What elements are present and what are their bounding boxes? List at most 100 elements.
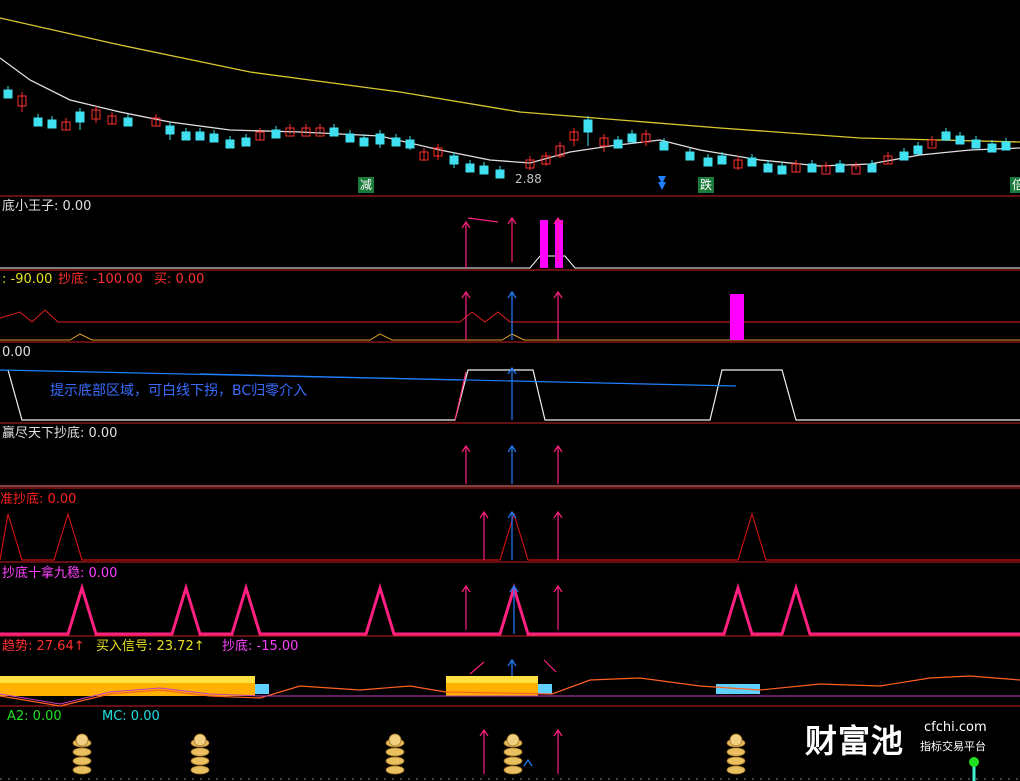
coin-stack	[385, 756, 405, 766]
candle-body	[613, 139, 623, 149]
panel4-title: 赢尽天下抄底: 0.00	[2, 426, 118, 441]
watermark-logo: 财富池	[805, 722, 905, 760]
panel7-diag	[469, 661, 485, 675]
candle-body	[747, 157, 757, 167]
coin-stack	[385, 765, 405, 775]
coin-stack	[385, 747, 405, 757]
ma-short-line	[0, 57, 1020, 167]
candle-body	[955, 135, 965, 145]
panel2-value-b: 抄底: -100.00	[58, 272, 143, 287]
panel2-value-a: : -90.00	[2, 272, 53, 287]
watermark-slogan: 指标交易平台	[920, 740, 986, 753]
candle-body	[913, 145, 923, 155]
panel8-teal-head	[969, 757, 979, 767]
coin-bag	[193, 733, 207, 747]
panel1-diag	[467, 217, 499, 223]
coin-stack	[503, 756, 523, 766]
candle-body	[987, 143, 997, 153]
signal-marker-reduce: 减	[358, 177, 375, 193]
coin-bag	[388, 733, 402, 747]
coin-stack	[726, 747, 746, 757]
candle-body	[359, 137, 369, 147]
panel2-line-lower	[0, 333, 1020, 341]
candle-body	[271, 129, 281, 139]
candle-body	[583, 119, 593, 133]
watermark-site: cfchi.com	[924, 720, 987, 735]
panel2-bar	[730, 294, 744, 340]
candle-body	[329, 127, 339, 137]
panel2-line	[0, 309, 1020, 323]
candle-body	[391, 137, 401, 147]
panel5-title: 准抄底: 0.00	[0, 492, 77, 507]
coin-stack	[190, 756, 210, 766]
signal-marker-fall: 跌	[698, 177, 715, 193]
panel6-line	[0, 582, 1020, 636]
panel6-title: 抄底十拿九稳: 0.00	[2, 566, 118, 581]
panel1-line	[0, 255, 1020, 269]
coin-bag	[506, 733, 520, 747]
panel7-band-top	[0, 676, 255, 683]
panel1-bar	[555, 220, 563, 268]
candle-body	[241, 137, 251, 147]
candle-body	[75, 111, 85, 123]
panel3-note: 提示底部区域，可白线下拐，BC归零介入	[50, 383, 308, 399]
coin-stack	[72, 765, 92, 775]
coin-stack	[72, 756, 92, 766]
coin-stack	[726, 765, 746, 775]
low-price-label: 2.88	[515, 172, 542, 186]
candle-body	[495, 169, 505, 179]
candle-body	[867, 163, 877, 173]
panel7-diag	[543, 659, 557, 673]
candle-body	[375, 133, 385, 145]
panel8-value-a: A2: 0.00	[7, 709, 62, 724]
coin-stack	[726, 756, 746, 766]
candle-body	[941, 131, 951, 141]
coin-stack	[503, 747, 523, 757]
up-marker	[658, 176, 666, 190]
candle-body	[405, 139, 415, 149]
candle-body	[627, 133, 637, 143]
candle-body	[209, 133, 219, 143]
coin-stack	[72, 747, 92, 757]
panel8-value-b: MC: 0.00	[102, 709, 160, 724]
coin-bag	[75, 733, 89, 747]
panel2-value-c: 买: 0.00	[154, 272, 205, 287]
ma-long-line	[0, 17, 1020, 143]
main-candlestick-panel[interactable]	[0, 17, 1020, 190]
panel1-title: 底小王子: 0.00	[2, 199, 92, 214]
panel5-line	[0, 511, 1020, 561]
panel1-bar	[540, 220, 548, 268]
candle-body	[1001, 141, 1011, 151]
candle-body	[835, 163, 845, 173]
candle-body	[123, 117, 133, 127]
candle-body	[717, 155, 727, 165]
coin-stack	[503, 765, 523, 775]
candle-body	[47, 119, 57, 129]
panel7-value-b: 买入信号: 23.72↑	[96, 639, 205, 654]
panel7-value-a: 趋势: 27.64↑	[2, 639, 85, 654]
candle-body	[465, 163, 475, 173]
candle-body	[195, 131, 205, 141]
candle-body	[807, 163, 817, 173]
panel7-cyan	[255, 684, 269, 694]
candle-body	[777, 165, 787, 175]
candle-body	[971, 139, 981, 149]
candle-body	[763, 163, 773, 173]
candle-body	[703, 157, 713, 167]
candle-body	[899, 151, 909, 161]
panel8-small-arrow	[523, 758, 533, 767]
candle-body	[225, 139, 235, 149]
coin-stack	[190, 765, 210, 775]
candle-body	[3, 89, 13, 99]
panel7-value-c: 抄底: -15.00	[222, 639, 299, 654]
indicator-panels	[0, 195, 1020, 781]
coin-stack	[190, 747, 210, 757]
signal-marker-edge: 倍	[1010, 177, 1020, 193]
candle-body	[479, 165, 489, 175]
candle-body	[685, 151, 695, 161]
candle-body	[449, 155, 459, 165]
panel3-title: 0.00	[2, 345, 31, 360]
candle-body	[181, 131, 191, 141]
coin-bag	[729, 733, 743, 747]
candle-body	[659, 141, 669, 151]
